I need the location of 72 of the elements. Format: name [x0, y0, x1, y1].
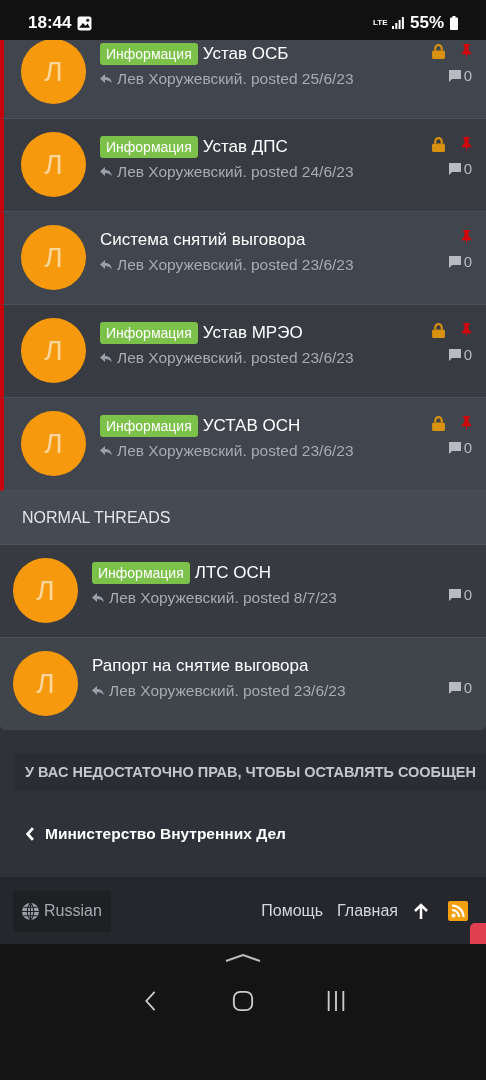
footer-link[interactable]: Главная	[337, 902, 398, 920]
network-type: LTE	[372, 19, 386, 27]
avatar: Л	[21, 411, 86, 476]
avatar: Л	[21, 40, 86, 104]
avatar: Л	[13, 651, 78, 716]
thread-row[interactable]: Л Информация Устав ОСБ Лев Хоружевский. posted 25/6/23 0	[0, 40, 486, 119]
reply-count: 0	[463, 439, 472, 456]
thread-title[interactable]: Система снятий выговора	[100, 230, 306, 250]
thread-row[interactable]: Л Информация ЛТС ОСН Лев Хоружевский. posted 8/7/23 0	[0, 545, 486, 638]
avatar: Л	[21, 132, 86, 197]
reply-icon	[92, 593, 104, 603]
battery-level: 55%	[409, 13, 444, 33]
comment-icon	[448, 69, 461, 82]
thread-title[interactable]: Устав ОСБ	[202, 44, 289, 64]
thread-meta: Лев Хоружевский. posted 23/6/23	[117, 256, 354, 274]
reply-count: 0	[463, 160, 472, 177]
comment-icon	[448, 588, 461, 601]
section-header: NORMAL THREADS	[0, 491, 486, 545]
thread-meta: Лев Хоружевский. posted 25/6/23	[117, 70, 354, 88]
image-icon	[77, 15, 93, 31]
reply-icon	[100, 167, 112, 177]
back-chevron-icon	[25, 827, 35, 841]
reply-icon	[100, 446, 112, 456]
signal-icon	[391, 17, 404, 29]
avatar: Л	[21, 318, 86, 383]
home-icon[interactable]	[232, 990, 254, 1012]
comment-icon	[448, 348, 461, 361]
reply-count: 0	[463, 67, 472, 84]
thread-row[interactable]: Л Информация Устав ДПС Лев Хоружевский. posted 24/6/23 0	[0, 119, 486, 212]
globe-icon	[22, 902, 39, 920]
comment-icon	[448, 255, 461, 268]
prefix-label: Информация	[100, 136, 198, 158]
thread-meta: Лев Хоружевский. posted 8/7/23	[109, 589, 337, 607]
thread-title[interactable]: Рапорт на снятие выговора	[92, 656, 309, 676]
reply-count: 0	[463, 586, 472, 603]
avatar: Л	[13, 558, 78, 623]
reply-count: 0	[463, 679, 472, 696]
battery-icon	[450, 16, 458, 30]
thread-title[interactable]: Устав ДПС	[202, 137, 288, 157]
reply-icon	[100, 74, 112, 84]
breadcrumb-link[interactable]: Министерство Внутренних Дел	[45, 825, 286, 843]
thread-title[interactable]: Устав МРЭО	[202, 323, 303, 343]
comment-icon	[448, 441, 461, 454]
thread-title[interactable]: УСТАВ ОСН	[202, 416, 301, 436]
language-button[interactable]: Russian	[13, 890, 111, 932]
thread-row[interactable]: Л Система снятий выговора Лев Хоружевский. posted 23/6/23 0	[0, 212, 486, 305]
prefix-label: Информация	[92, 562, 190, 584]
up-arrow-icon[interactable]	[414, 903, 428, 919]
thread-row[interactable]: Л Рапорт на снятие выговора Лев Хоружевский. posted 23/6/23 0	[0, 638, 486, 730]
thread-meta: Лев Хоружевский. posted 24/6/23	[117, 163, 354, 181]
thread-meta: Лев Хоружевский. posted 23/6/23	[117, 442, 354, 460]
thread-meta: Лев Хоружевский. posted 23/6/23	[109, 682, 346, 700]
reply-icon	[100, 353, 112, 363]
clock: 18:44	[28, 13, 72, 33]
thread-title[interactable]: ЛТС ОСН	[194, 563, 272, 583]
comment-icon	[448, 681, 461, 694]
avatar: Л	[21, 225, 86, 290]
prefix-label: Информация	[100, 415, 198, 437]
footer-link[interactable]: Помощь	[261, 902, 324, 920]
thread-meta: Лев Хоружевский. posted 23/6/23	[117, 349, 354, 367]
reply-icon	[100, 260, 112, 270]
prefix-label: Информация	[100, 322, 198, 344]
reply-icon	[92, 686, 104, 696]
thread-row[interactable]: Л Информация УСТАВ ОСН Лев Хоружевский. posted 23/6/23 0	[0, 398, 486, 491]
caret-icon[interactable]	[225, 954, 261, 962]
reply-count: 0	[463, 253, 472, 270]
prefix-label: Информация	[100, 43, 198, 65]
thread-row[interactable]: Л Информация Устав МРЭО Лев Хоружевский. posted 23/6/23 0	[0, 305, 486, 398]
rss-icon[interactable]	[448, 901, 468, 921]
reply-count: 0	[463, 346, 472, 363]
permission-notice: У ВАС НЕДОСТАТОЧНО ПРАВ, ЧТОБЫ ОСТАВЛЯТЬ СООБЩЕН	[14, 753, 486, 791]
comment-icon	[448, 162, 461, 175]
